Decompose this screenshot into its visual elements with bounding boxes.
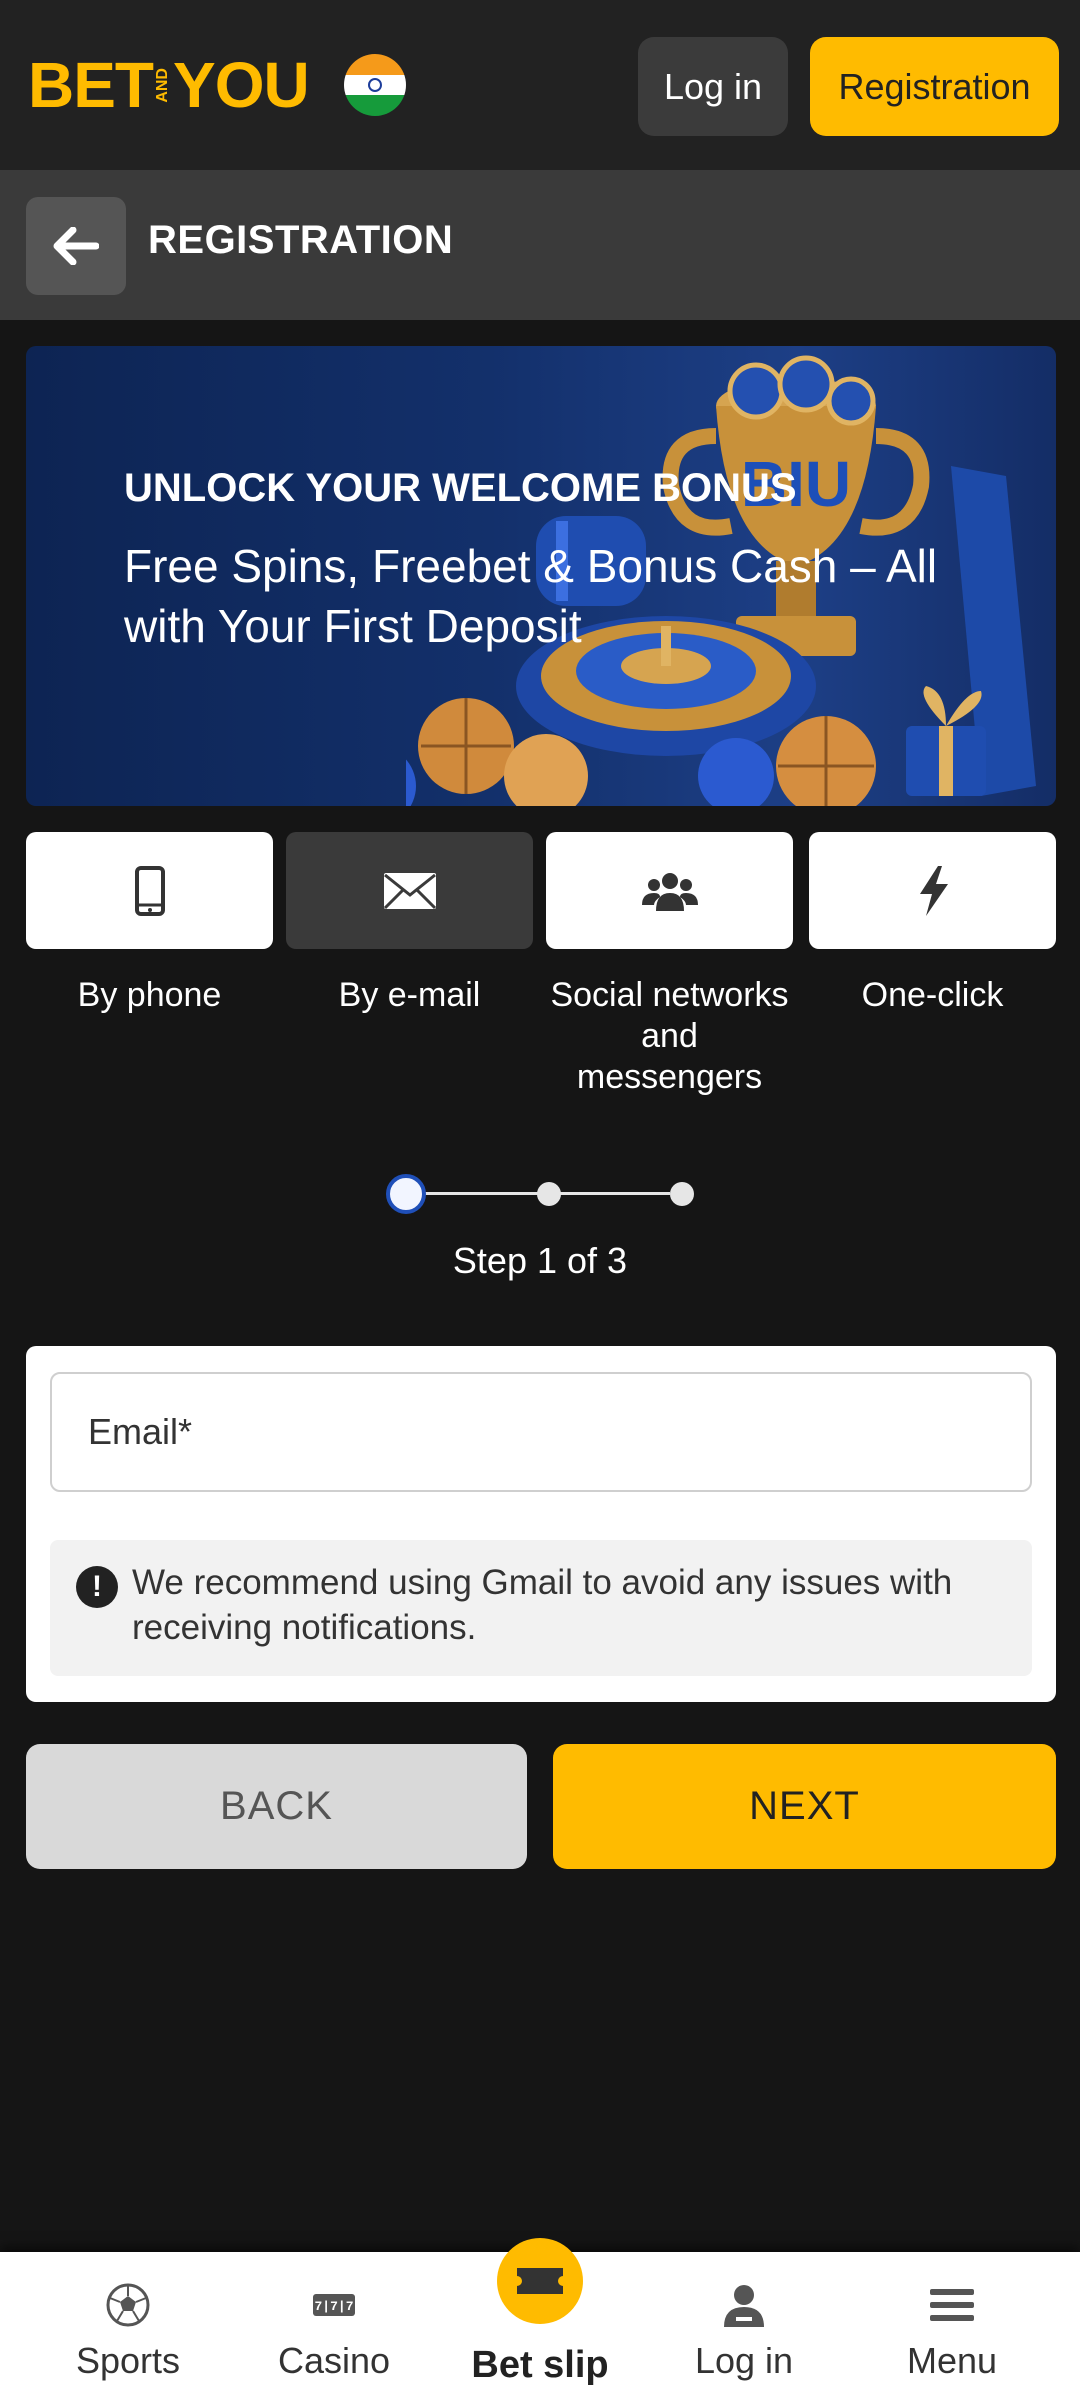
method-social-networks-button[interactable] bbox=[546, 832, 793, 949]
ticket-icon bbox=[517, 2268, 563, 2294]
hamburger-menu-icon bbox=[930, 2289, 974, 2321]
lightning-icon bbox=[919, 865, 948, 916]
step-3-dot bbox=[670, 1182, 694, 1206]
registration-button[interactable]: Registration bbox=[810, 37, 1059, 136]
method-by-email[interactable]: By e-mail bbox=[286, 832, 533, 1016]
banner-subtitle: Free Spins, Freebet & Bonus Cash – All w… bbox=[124, 540, 938, 652]
nav-sports-label: Sports bbox=[75, 2340, 181, 2381]
svg-text:7|7|7: 7|7|7 bbox=[314, 2299, 353, 2314]
registration-methods: By phone By e-mail Social networks and m… bbox=[26, 832, 1056, 1102]
step-1-dot-current bbox=[386, 1174, 426, 1214]
phone-icon bbox=[134, 865, 165, 916]
nav-casino-label: Casino bbox=[277, 2340, 391, 2381]
method-label: One-click bbox=[861, 976, 1004, 1014]
nav-bet-slip-label[interactable]: Bet slip bbox=[440, 2344, 640, 2387]
nav-menu[interactable]: Menu bbox=[872, 2252, 1032, 2400]
betandyou-logo[interactable]: BET AND YOU bbox=[28, 49, 310, 121]
users-icon bbox=[641, 872, 698, 911]
email-field[interactable] bbox=[50, 1372, 1032, 1492]
nav-sports[interactable]: Sports bbox=[48, 2252, 208, 2400]
nav-login-label: Log in bbox=[694, 2340, 794, 2381]
method-social-networks[interactable]: Social networks and messengers bbox=[546, 832, 793, 1098]
next-button[interactable]: NEXT bbox=[553, 1744, 1056, 1869]
exclamation-icon: ! bbox=[76, 1566, 118, 1608]
registration-form: ! We recommend using Gmail to avoid any … bbox=[26, 1346, 1056, 1702]
welcome-bonus-banner[interactable]: BIU UNLOCK YOUR WELCOME BONUS Free Spins… bbox=[26, 346, 1056, 806]
gmail-recommendation-notice: ! We recommend using Gmail to avoid any … bbox=[50, 1540, 1032, 1676]
method-by-phone-button[interactable] bbox=[26, 832, 273, 949]
page-title: REGISTRATION bbox=[148, 218, 454, 262]
india-flag-icon[interactable] bbox=[344, 54, 406, 116]
top-header: BET AND YOU Log in Registration bbox=[0, 0, 1080, 170]
notice-text: We recommend using Gmail to avoid any is… bbox=[132, 1563, 953, 1647]
slot-machine-icon: 7|7|7 bbox=[313, 2294, 355, 2316]
back-arrow-button[interactable] bbox=[26, 197, 126, 295]
step-indicator-text: Step 1 of 3 bbox=[452, 1240, 628, 1281]
arrow-left-icon bbox=[53, 227, 99, 265]
logo-bet-text: BET bbox=[28, 49, 154, 121]
method-by-email-button[interactable] bbox=[286, 832, 533, 949]
nav-menu-label: Menu bbox=[906, 2340, 998, 2381]
logo-you-text: YOU bbox=[173, 49, 310, 121]
soccer-ball-icon bbox=[106, 2283, 150, 2327]
login-button[interactable]: Log in bbox=[638, 37, 788, 136]
method-by-phone[interactable]: By phone bbox=[26, 832, 273, 1016]
banner-title: UNLOCK YOUR WELCOME BONUS bbox=[124, 466, 797, 510]
method-label: Social networks and messengers bbox=[550, 976, 789, 1096]
bottom-navigation: Sports 7|7|7 Casino Bet slip Log in Menu bbox=[0, 2238, 1080, 2400]
step-progress bbox=[380, 1170, 700, 1218]
envelope-icon bbox=[383, 872, 436, 909]
method-label: By phone bbox=[77, 976, 222, 1014]
nav-casino[interactable]: 7|7|7 Casino bbox=[254, 2252, 414, 2400]
step-2-dot bbox=[537, 1182, 561, 1206]
method-label: By e-mail bbox=[338, 976, 481, 1014]
method-one-click[interactable]: One-click bbox=[809, 832, 1056, 1016]
nav-login[interactable]: Log in bbox=[664, 2252, 824, 2400]
logo-and-text: AND bbox=[154, 67, 171, 103]
method-one-click-button[interactable] bbox=[809, 832, 1056, 949]
back-button[interactable]: BACK bbox=[26, 1744, 527, 1869]
bet-slip-button[interactable] bbox=[497, 2238, 583, 2324]
user-icon bbox=[724, 2285, 764, 2327]
page-header-bar: REGISTRATION bbox=[0, 170, 1080, 320]
